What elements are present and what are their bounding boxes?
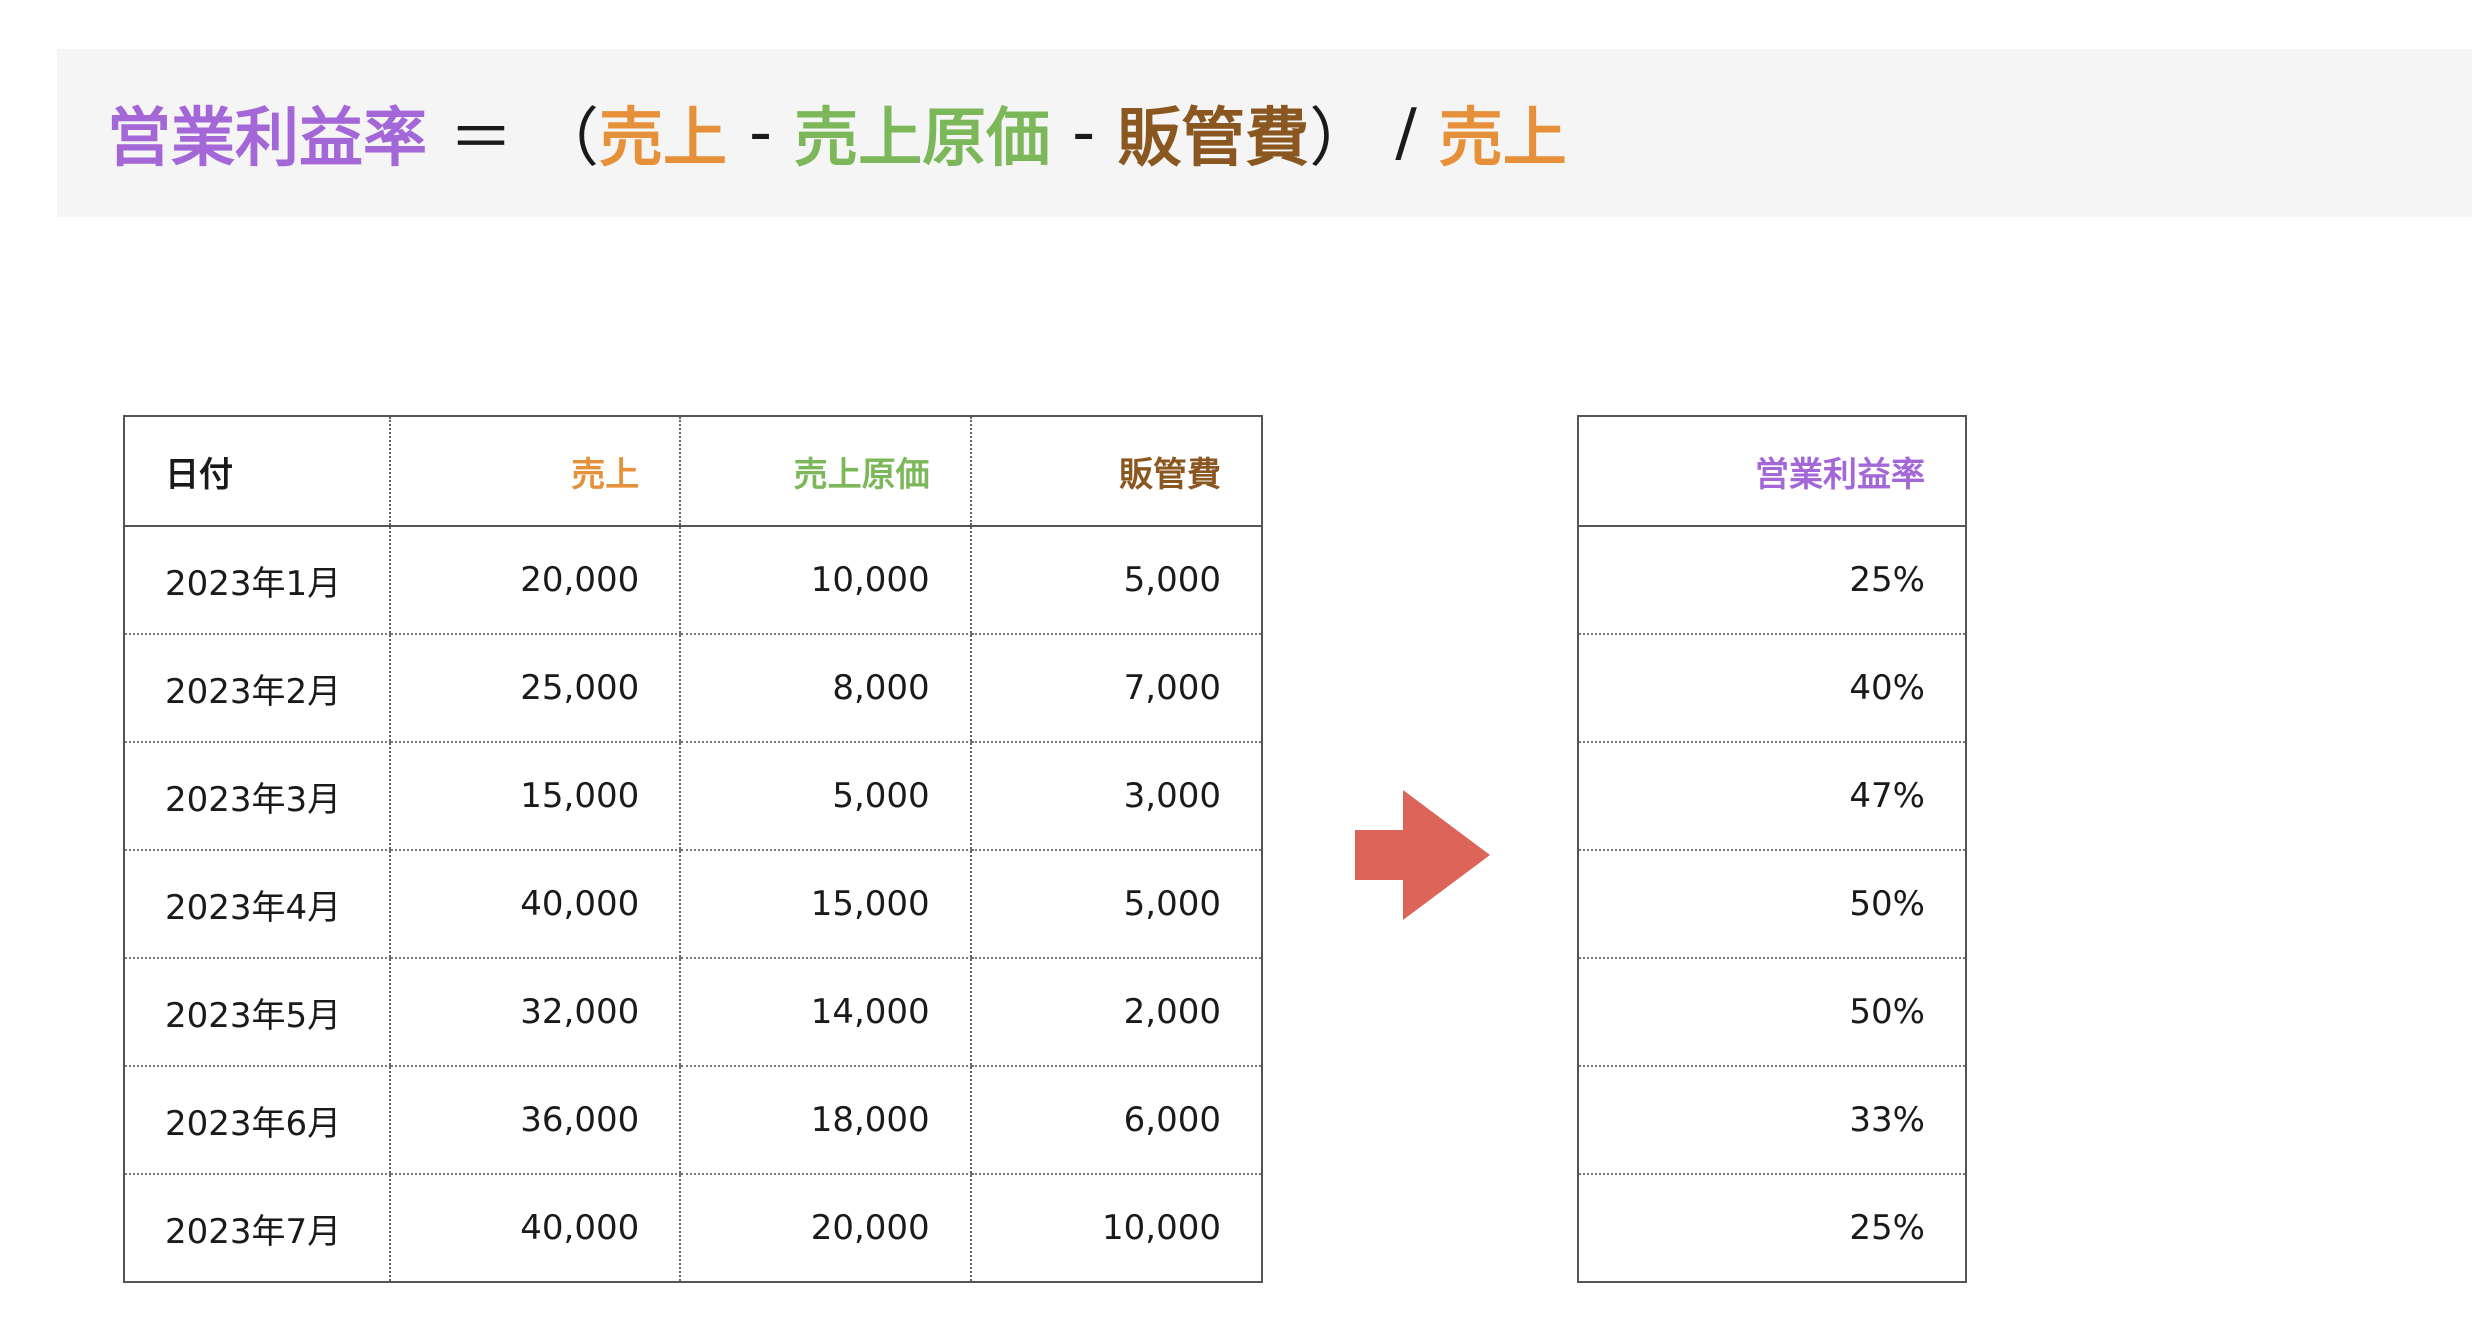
- formula-banner: 営業利益率 ＝ （ 売上 - 売上原価 - 販管費 ） / 売上: [57, 49, 2472, 217]
- formula-sales: 売上: [599, 102, 727, 176]
- cell-operating-margin: 25%: [1849, 1208, 1925, 1248]
- cell-operating-margin: 50%: [1578, 958, 1966, 1067]
- table-row: 2023年4月 40,000 15,000 5,000: [124, 850, 1262, 959]
- cell-operating-margin: 50%: [1578, 850, 1966, 959]
- right-arrow-icon: [1355, 790, 1490, 920]
- cell-operating-margin: 40%: [1578, 634, 1966, 743]
- cell-sga: 2,000: [969, 958, 1262, 1067]
- cell-cogs: 14,000: [679, 958, 971, 1067]
- table-header-row: 営業利益率: [1578, 416, 1966, 527]
- table-row: 40%: [1578, 634, 1966, 743]
- table-row: 33%: [1578, 1066, 1966, 1175]
- column-header-date: 日付: [124, 416, 390, 527]
- table-row: 2023年5月 32,000 14,000 2,000: [124, 958, 1262, 1067]
- cell-date: 2023年1月: [124, 526, 390, 635]
- formula-minus: -: [749, 96, 773, 170]
- cell-sga: 10,000: [969, 1174, 1262, 1282]
- formula-divide: /: [1395, 96, 1417, 170]
- cell-operating-margin: 25%: [1578, 526, 1966, 635]
- cell-cogs: 15,000: [679, 850, 971, 959]
- cell-cogs: 10,000: [679, 526, 971, 635]
- cell-sales: 40,000: [388, 1174, 681, 1282]
- cell-date: 2023年6月: [124, 1066, 390, 1175]
- financial-data-table: 日付 売上 売上原価 販管費 2023年1月 20,000 10,000 5,0…: [123, 415, 1263, 1283]
- operating-margin-table: 営業利益率 25% 40% 47% 50% 50% 33% 25%: [1577, 415, 1967, 1283]
- cell-cogs: 20,000: [679, 1174, 971, 1282]
- cell-date: 2023年3月: [124, 742, 390, 851]
- cell-sga: 3,000: [969, 742, 1262, 851]
- formula-sga: 販管費: [1117, 102, 1310, 176]
- column-header-cogs: 売上原価: [679, 416, 971, 527]
- table-row: 25%: [1578, 526, 1966, 635]
- formula-open-paren: （: [535, 102, 599, 176]
- cell-sga: 5,000: [969, 526, 1262, 635]
- cell-cogs: 18,000: [679, 1066, 971, 1175]
- column-header-sga: 販管費: [969, 416, 1262, 527]
- formula-sales-denominator: 売上: [1438, 102, 1567, 176]
- table-row: 2023年6月 36,000 18,000 6,000: [124, 1066, 1262, 1175]
- cell-date: 2023年7月: [165, 1211, 342, 1252]
- table-row: 25%: [1578, 1174, 1966, 1282]
- cell-sales: 20,000: [388, 526, 681, 635]
- column-header-sales: 売上: [388, 416, 681, 527]
- cell-sga: 5,000: [969, 850, 1262, 959]
- cell-sga: 6,000: [969, 1066, 1262, 1175]
- cell-sales: 36,000: [388, 1066, 681, 1175]
- cell-cogs: 8,000: [679, 634, 971, 743]
- table-row: 2023年7月 40,000 20,000 10,000: [124, 1174, 1262, 1282]
- cell-cogs: 5,000: [679, 742, 971, 851]
- table-row: 50%: [1578, 958, 1966, 1067]
- cell-date: 2023年2月: [124, 634, 390, 743]
- formula-minus: -: [1072, 96, 1096, 170]
- table-row: 2023年1月 20,000 10,000 5,000: [124, 526, 1262, 635]
- table-row: 47%: [1578, 742, 1966, 851]
- cell-sales: 32,000: [388, 958, 681, 1067]
- cell-sales: 25,000: [388, 634, 681, 743]
- formula-equals: ＝: [449, 102, 513, 176]
- formula-close-paren: ）: [1309, 102, 1374, 176]
- table-row: 2023年3月 15,000 5,000 3,000: [124, 742, 1262, 851]
- table-header-row: 日付 売上 売上原価 販管費: [124, 416, 1262, 527]
- table-row: 2023年2月 25,000 8,000 7,000: [124, 634, 1262, 743]
- formula-cogs: 売上原価: [794, 102, 1051, 176]
- column-header-operating-margin: 営業利益率: [1578, 416, 1966, 527]
- cell-sales: 15,000: [388, 742, 681, 851]
- cell-date: 2023年5月: [124, 958, 390, 1067]
- cell-operating-margin: 33%: [1578, 1066, 1966, 1175]
- cell-sga: 7,000: [969, 634, 1262, 743]
- cell-operating-margin: 47%: [1578, 742, 1966, 851]
- cell-date: 2023年4月: [124, 850, 390, 959]
- table-row: 50%: [1578, 850, 1966, 959]
- formula-operating-margin: 営業利益率: [107, 102, 427, 176]
- cell-sales: 40,000: [388, 850, 681, 959]
